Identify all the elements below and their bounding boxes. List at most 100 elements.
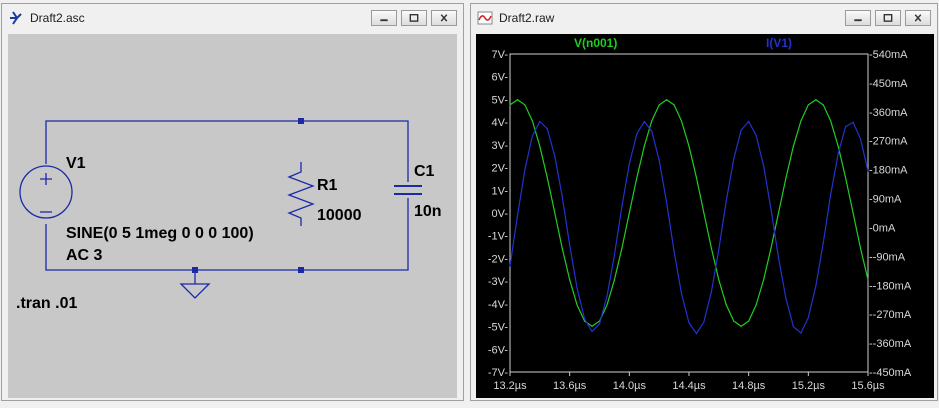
voltage-point xyxy=(763,279,765,281)
plot-svg[interactable]: V(n001) I(V1) 7V- 6V- 5V- 4V- 3V- 2V- 1V- 0V- -1… xyxy=(476,34,934,398)
current-point xyxy=(554,155,556,157)
voltage-point xyxy=(777,212,780,214)
voltage-point xyxy=(725,304,727,306)
y-left-tick-label: -4V- xyxy=(488,299,509,311)
voltage-point xyxy=(576,304,578,306)
y-left-tick-label: -6V- xyxy=(488,344,509,356)
schematic-window-title: Draft2.asc xyxy=(30,11,85,25)
y-right-tick-label: -270mA xyxy=(869,136,908,148)
schematic-window[interactable]: Draft2.asc V1 SINE(0 5 1meg 0 0 0 100) A… xyxy=(1,3,464,401)
voltage-point xyxy=(852,212,854,214)
r1-label: R1 xyxy=(317,177,338,194)
maximize-button[interactable] xyxy=(875,10,901,26)
y-left-tick-label: 7V- xyxy=(491,49,508,61)
ground-icon[interactable] xyxy=(179,270,211,299)
voltage-point xyxy=(822,104,824,106)
voltage-point xyxy=(651,120,653,122)
waveform-window-title: Draft2.raw xyxy=(499,11,555,25)
resistor-r1[interactable] xyxy=(287,162,315,226)
y-left-tick-label: -1V- xyxy=(488,231,509,243)
current-point xyxy=(785,298,787,300)
current-point xyxy=(569,244,571,246)
voltage-point xyxy=(755,304,757,306)
y-left-tick-label: 2V- xyxy=(491,163,508,175)
y-right-tick-label: -450mA xyxy=(869,78,908,90)
current-point xyxy=(807,317,809,319)
current-point xyxy=(673,250,675,253)
current-point xyxy=(621,205,623,207)
v1-ac-value: AC 3 xyxy=(66,247,103,264)
voltage-point xyxy=(606,304,608,306)
voltage-point xyxy=(740,325,742,327)
current-point xyxy=(800,332,802,334)
schematic-canvas[interactable]: V1 SINE(0 5 1meg 0 0 0 100) AC 3 R1 1000… xyxy=(8,34,457,398)
voltage-point xyxy=(815,99,817,101)
current-point xyxy=(509,265,511,267)
current-point xyxy=(591,330,593,333)
waveform-plot[interactable]: V(n001) I(V1) 7V- 6V- 5V- 4V- 3V- 2V- 1V- 0V- -1… xyxy=(476,34,934,398)
voltage-point xyxy=(680,120,683,122)
y-right-tick-label: --360mA xyxy=(869,338,912,350)
current-point xyxy=(852,121,854,123)
current-point xyxy=(643,120,645,123)
voltage-point xyxy=(613,279,615,281)
current-point xyxy=(598,323,601,325)
current-point xyxy=(576,287,578,289)
y-right-tick-label: --270mA xyxy=(869,309,912,321)
current-point xyxy=(837,153,839,155)
current-point xyxy=(546,128,548,130)
current-point xyxy=(636,133,638,135)
maximize-button[interactable] xyxy=(401,10,427,26)
r1-value: 10000 xyxy=(317,207,362,224)
trace-label-current[interactable]: I(V1) xyxy=(766,36,792,50)
trace-label-voltage[interactable]: V(n001) xyxy=(574,36,617,50)
current-point xyxy=(688,322,690,324)
voltage-point xyxy=(807,104,809,106)
current-point xyxy=(710,291,712,293)
capacitor-c1[interactable] xyxy=(394,182,422,198)
current-point xyxy=(740,129,742,131)
x-tick-label: 14.4µs xyxy=(672,380,706,392)
voltage-point xyxy=(658,104,660,106)
voltage-point xyxy=(621,247,623,249)
close-button[interactable] xyxy=(431,10,457,26)
waveform-window[interactable]: Draft2.raw V(n001) I(V1) 7V- 6V- 5V- 4V- 3V-… xyxy=(470,3,938,401)
current-point xyxy=(584,318,586,320)
voltage-point xyxy=(859,247,862,249)
current-point xyxy=(792,326,794,328)
current-point xyxy=(695,332,698,335)
junction-dot xyxy=(298,118,304,124)
maximize-icon xyxy=(883,14,893,22)
voltage-point xyxy=(703,212,705,214)
current-trace[interactable] xyxy=(509,120,869,335)
voltage-point xyxy=(569,279,571,281)
minimize-icon xyxy=(380,19,388,22)
voltage-point xyxy=(643,145,645,147)
current-point xyxy=(755,134,757,136)
y-left-tick-label: 6V- xyxy=(491,72,508,84)
current-point xyxy=(703,321,705,323)
voltage-point xyxy=(792,145,794,147)
spice-directive[interactable]: .tran .01 xyxy=(16,295,77,312)
current-point xyxy=(531,135,533,137)
y-left-tick-label: 1V- xyxy=(491,185,508,197)
y-right-tick-label: -90mA xyxy=(869,194,902,206)
voltage-source-v1[interactable] xyxy=(19,164,73,224)
current-point xyxy=(815,285,817,287)
x-tick-label: 13.2µs xyxy=(493,380,527,392)
voltage-point xyxy=(554,212,556,214)
voltage-point xyxy=(733,320,735,322)
x-tick-label: 14.8µs xyxy=(732,380,766,392)
voltage-point xyxy=(837,145,839,147)
close-button[interactable] xyxy=(905,10,931,26)
close-icon xyxy=(914,14,922,22)
voltage-point xyxy=(748,320,750,322)
current-point xyxy=(628,163,630,165)
current-point xyxy=(777,257,780,259)
minimize-button[interactable] xyxy=(371,10,397,26)
current-point xyxy=(651,130,653,132)
voltage-point xyxy=(636,177,638,179)
current-point xyxy=(725,199,727,202)
minimize-button[interactable] xyxy=(845,10,871,26)
v1-label: V1 xyxy=(66,155,86,172)
